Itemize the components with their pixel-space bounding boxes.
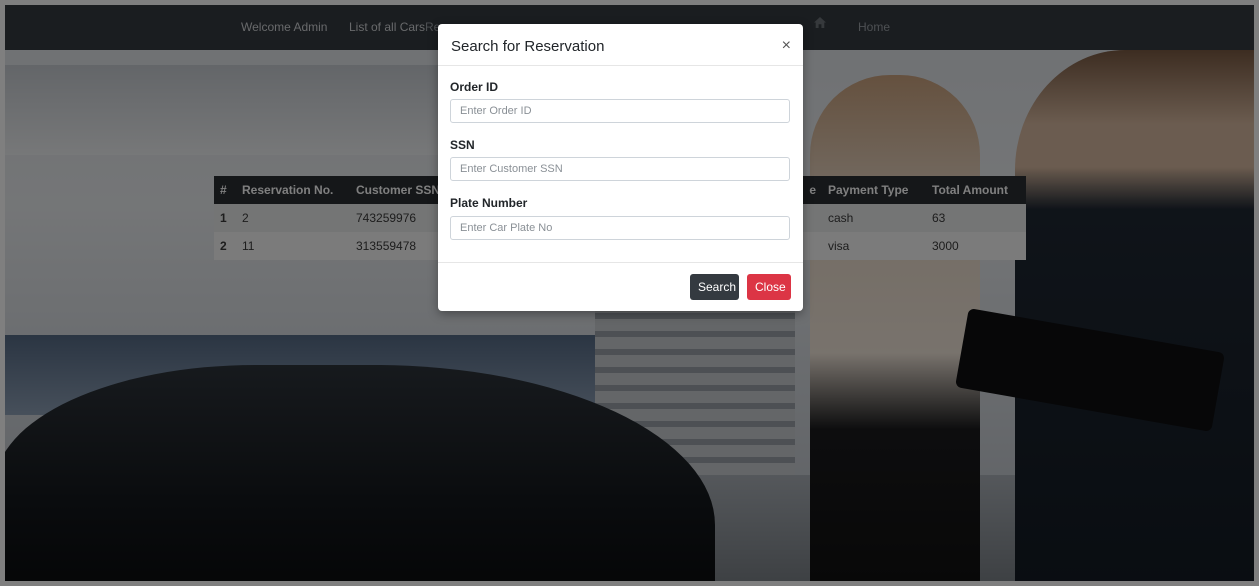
order-id-input[interactable] xyxy=(450,99,790,123)
modal-title: Search for Reservation xyxy=(451,38,605,55)
close-button[interactable]: Close xyxy=(747,274,791,300)
ssn-input[interactable] xyxy=(450,157,790,181)
search-button[interactable]: Search xyxy=(690,274,739,300)
close-icon[interactable]: × xyxy=(782,38,791,54)
search-reservation-modal: Search for Reservation × Order ID SSN Pl… xyxy=(438,24,803,311)
ssn-label: SSN xyxy=(450,138,475,152)
plate-number-input[interactable] xyxy=(450,216,790,240)
modal-footer-divider xyxy=(438,262,803,263)
order-id-label: Order ID xyxy=(450,80,499,94)
modal-header-divider xyxy=(438,65,803,66)
plate-number-label: Plate Number xyxy=(450,196,528,210)
